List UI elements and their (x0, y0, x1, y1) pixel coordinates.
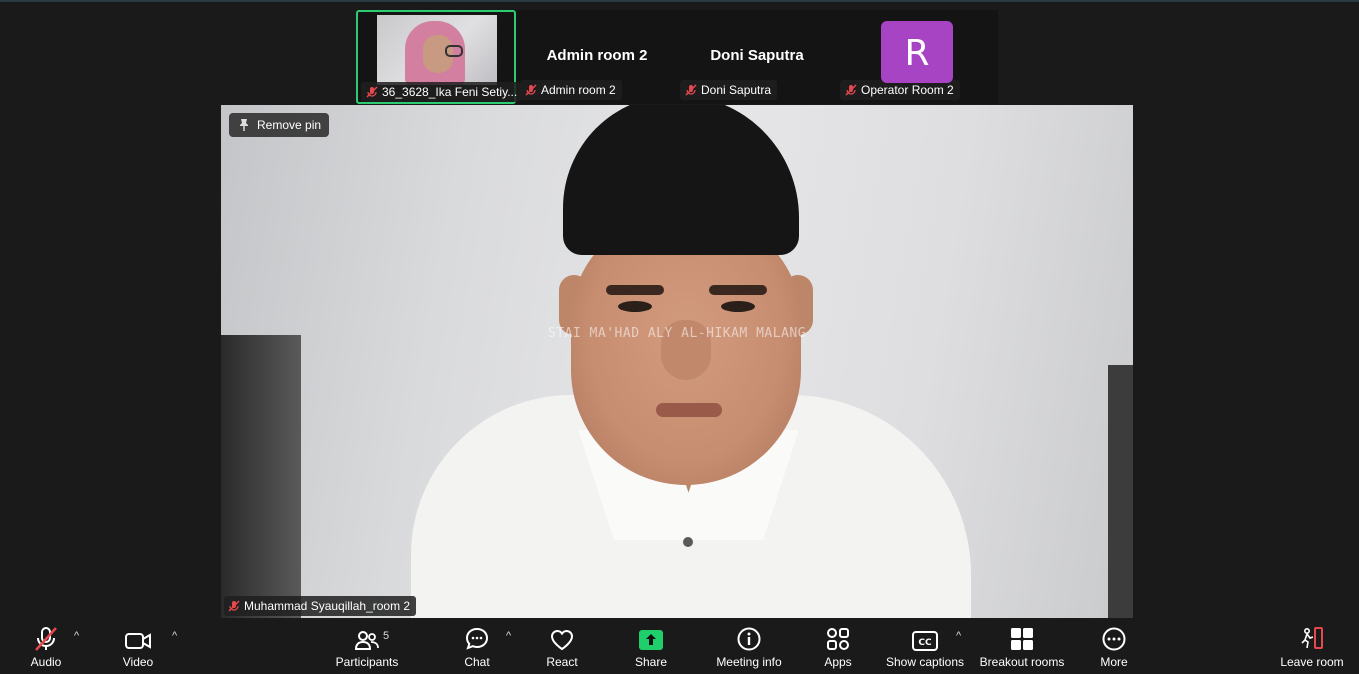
gallery-tile-ika[interactable]: 36_3628_Ika Feni Setiy... (356, 10, 521, 104)
share-screen-icon (639, 630, 663, 650)
breakout-rooms-icon (1011, 628, 1033, 650)
meeting-info-button[interactable]: Meeting info (714, 618, 784, 674)
participant-name-tag: 36_3628_Ika Feni Setiy... (361, 82, 521, 102)
chat-bubble-icon (465, 627, 489, 650)
more-icon (1102, 627, 1126, 651)
svg-text:CC: CC (918, 638, 932, 648)
avatar: R (881, 21, 953, 83)
heart-icon (550, 629, 574, 651)
gallery-strip: 36_3628_Ika Feni Setiy... Admin room 2 A… (356, 10, 998, 104)
captions-icon: CC (912, 631, 938, 651)
chat-button[interactable]: Chat (462, 618, 492, 674)
video-camera-icon (125, 633, 151, 649)
pinned-participant-name-tag: Muhammad Syauqillah_room 2 (224, 596, 417, 616)
participant-name-tag: Doni Saputra (680, 80, 778, 100)
meeting-toolbar: Audio ^ Video ^ Participants 5 Chat ^ Re… (0, 618, 1359, 674)
participant-name-tag: Admin room 2 (520, 80, 622, 100)
video-watermark: STAI MA'HAD ALY AL-HIKAM MALANG (547, 326, 807, 341)
audio-options-caret[interactable]: ^ (74, 630, 79, 642)
more-button[interactable]: More (1099, 618, 1129, 674)
muted-mic-icon (525, 84, 537, 96)
pinned-video[interactable]: STAI MA'HAD ALY AL-HIKAM MALANG Remove p… (221, 105, 1133, 618)
participants-icon (354, 631, 379, 650)
chat-options-caret[interactable]: ^ (506, 630, 511, 642)
gallery-tile-doni[interactable]: Doni Saputra Doni Saputra (677, 10, 837, 104)
muted-mic-icon (35, 627, 57, 651)
muted-mic-icon (228, 600, 240, 612)
participants-count: 5 (383, 630, 390, 642)
react-button[interactable]: React (545, 618, 579, 674)
leave-room-icon (1301, 627, 1323, 649)
video-options-caret[interactable]: ^ (172, 630, 177, 642)
leave-room-button[interactable]: Leave room (1280, 618, 1344, 674)
breakout-rooms-button[interactable]: Breakout rooms (979, 618, 1065, 674)
remove-pin-button[interactable]: Remove pin (229, 113, 330, 137)
gallery-tile-admin[interactable]: Admin room 2 Admin room 2 (517, 10, 677, 104)
apps-icon (827, 628, 849, 650)
muted-mic-icon (366, 86, 378, 98)
captions-options-caret[interactable]: ^ (956, 630, 961, 642)
muted-mic-icon (845, 84, 857, 96)
pin-icon (240, 119, 248, 131)
participant-name-tag: Operator Room 2 (840, 80, 960, 100)
participant-display-name: Doni Saputra (710, 47, 804, 64)
video-button[interactable]: Video (118, 618, 158, 674)
top-border (0, 0, 1359, 2)
participant-display-name: Admin room 2 (546, 47, 648, 64)
apps-button[interactable]: Apps (822, 618, 854, 674)
show-captions-button[interactable]: CC Show captions (885, 618, 965, 674)
participants-button[interactable]: Participants (336, 618, 398, 674)
share-button[interactable]: Share (634, 618, 668, 674)
muted-mic-icon (685, 84, 697, 96)
info-icon (737, 627, 761, 651)
audio-button[interactable]: Audio (26, 618, 66, 674)
participant-video-thumbnail (377, 15, 497, 85)
